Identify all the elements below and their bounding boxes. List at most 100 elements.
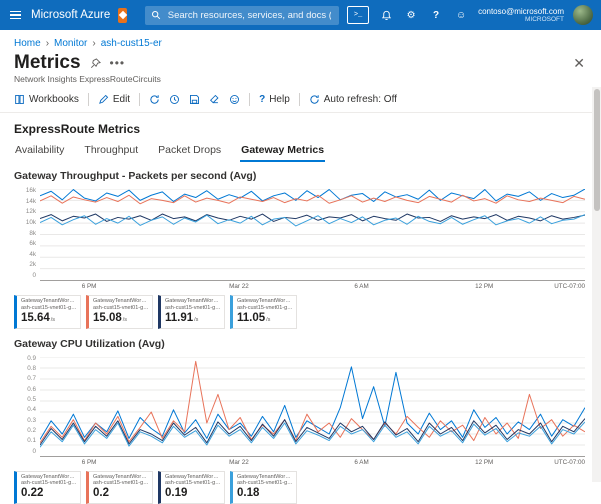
legend-value: 15.08/s — [93, 312, 149, 326]
save-disk-icon — [189, 94, 200, 105]
legend-value: 0.19 — [165, 487, 221, 501]
legend-metric-name: GatewayTenantWorker… — [21, 474, 77, 481]
legend-value: 0.2 — [93, 487, 149, 501]
feedback-smiley-icon[interactable]: ☺ — [453, 7, 469, 23]
help-icon: ? — [259, 94, 265, 105]
avatar[interactable] — [573, 5, 593, 25]
tab-gateway-metrics[interactable]: Gateway Metrics — [240, 139, 325, 162]
legend-resource-name: ash-cust15-vnet01-gw-er… — [93, 480, 149, 487]
global-search[interactable] — [145, 6, 339, 25]
pin-icon[interactable] — [90, 58, 101, 69]
refresh-button[interactable] — [149, 94, 160, 105]
legend-metric-name: GatewayTenantWorker… — [165, 474, 221, 481]
edit-button[interactable]: Edit — [98, 94, 130, 105]
y-tick-label: 16k — [14, 187, 36, 194]
legend-card[interactable]: GatewayTenantWorker…ash-cust15-vnet01-gw… — [230, 295, 297, 329]
chart-gateway-throughput: Gateway Throughput - Packets per second … — [0, 162, 601, 329]
toolbar-separator — [88, 93, 89, 106]
y-tick-label: 0.2 — [14, 427, 36, 434]
auto-refresh-button[interactable]: Auto refresh: Off — [309, 94, 397, 105]
notifications-bell-icon[interactable] — [378, 7, 394, 23]
y-tick-label: 0 — [14, 448, 36, 455]
y-tick-label: 0.8 — [14, 365, 36, 372]
x-tick-label: 6 AM — [354, 283, 368, 290]
legend-resource-name: ash-cust15-vnet01-gw-er… — [93, 305, 149, 312]
account-email: contoso@microsoft.com — [478, 7, 564, 16]
edit-pencil-icon — [98, 94, 109, 105]
chart-plot-area[interactable] — [40, 189, 585, 281]
page-title: Metrics — [14, 52, 81, 74]
y-tick-label: 14k — [14, 198, 36, 205]
more-options-icon[interactable]: ••• — [110, 58, 126, 68]
legend-metric-name: GatewayTenantWorker… — [237, 474, 293, 481]
chart-plot-area[interactable] — [40, 357, 585, 457]
vertical-scrollbar[interactable] — [592, 87, 601, 482]
settings-gear-icon[interactable]: ⚙ — [403, 7, 419, 23]
timezone-label: UTC-07:00 — [554, 459, 585, 466]
tab-throughput[interactable]: Throughput — [83, 139, 139, 162]
chart-line-series — [40, 215, 585, 226]
tab-packet-drops[interactable]: Packet Drops — [157, 139, 222, 162]
y-tick-label: 0.1 — [14, 437, 36, 444]
x-tick-label: Mar 22 — [229, 283, 249, 290]
y-axis-labels: 0.90.80.70.60.50.40.30.20.10 — [14, 357, 40, 457]
clock-icon — [169, 94, 180, 105]
workbooks-button[interactable]: Workbooks — [14, 94, 79, 105]
legend-metric-name: GatewayTenantWorker… — [165, 298, 221, 305]
search-icon — [151, 10, 161, 20]
y-tick-label: 0 — [14, 272, 36, 279]
help-button[interactable]: ? Help — [259, 94, 290, 105]
legend-card[interactable]: GatewayTenantWorker…ash-cust15-vnet01-gw… — [158, 471, 225, 504]
y-tick-label: 10k — [14, 219, 36, 226]
y-tick-label: 6k — [14, 240, 36, 247]
close-blade-icon[interactable]: ✕ — [571, 55, 587, 72]
cloud-shell-button[interactable]: >_ — [347, 6, 369, 24]
y-tick-label: 0.3 — [14, 417, 36, 424]
breadcrumb-home[interactable]: Home — [14, 38, 41, 49]
save-button[interactable] — [189, 94, 200, 105]
breadcrumb-resource[interactable]: ash-cust15-er — [87, 38, 161, 49]
tab-availability[interactable]: Availability — [14, 139, 65, 162]
y-tick-label: 4k — [14, 251, 36, 258]
azure-brand[interactable]: Microsoft Azure — [31, 9, 110, 21]
legend-resource-name: ash-cust15-vnet01-gw-er… — [165, 305, 221, 312]
global-search-input[interactable] — [166, 9, 333, 22]
legend-card[interactable]: GatewayTenantWorker…ash-cust15-vnet01-gw… — [14, 471, 81, 504]
legend-value: 0.18 — [237, 487, 293, 501]
chart-gateway-cpu: Gateway CPU Utilization (Avg) 0.9 0.8 0.7 0… — [0, 330, 601, 504]
x-tick-label: 12 PM — [475, 283, 493, 290]
legend-resource-name: ash-cust15-vnet01-gw-er… — [21, 480, 77, 487]
azure-top-bar: Microsoft Azure >_ ⚙ ? ☺ contoso@microso… — [0, 0, 601, 30]
cloud-shell-icon[interactable] — [118, 8, 127, 23]
legend-card[interactable]: GatewayTenantWorker…ash-cust15-vnet01-gw… — [230, 471, 297, 504]
metric-tabs: Availability Throughput Packet Drops Gat… — [0, 139, 601, 162]
y-tick-label: 12k — [14, 208, 36, 215]
chart-title: Gateway CPU Utilization (Avg) — [14, 338, 585, 350]
y-tick-label: 0.9 — [14, 355, 36, 362]
time-range-button[interactable] — [169, 94, 180, 105]
legend-resource-name: ash-cust15-vnet01-gw-er… — [165, 480, 221, 487]
toolbar-separator — [299, 93, 300, 106]
section-title: ExpressRoute Metrics — [0, 113, 601, 139]
auto-refresh-icon — [309, 94, 320, 105]
toolbar-separator — [139, 93, 140, 106]
scrollbar-thumb[interactable] — [594, 89, 600, 211]
x-tick-label: 6 PM — [82, 283, 97, 290]
refresh-icon — [149, 94, 160, 105]
breadcrumb-monitor[interactable]: Monitor — [41, 38, 88, 49]
x-axis-labels: 6 PMMar 226 AM12 PMUTC-07:00 — [40, 457, 585, 468]
account-info[interactable]: contoso@microsoft.com MICROSOFT — [478, 7, 564, 24]
legend-card[interactable]: GatewayTenantWorker…ash-cust15-vnet01-gw… — [158, 295, 225, 329]
workbooks-icon — [14, 94, 25, 105]
legend-card[interactable]: GatewayTenantWorker…ash-cust15-vnet01-gw… — [86, 295, 153, 329]
y-tick-label: 0.7 — [14, 375, 36, 382]
y-tick-label: 0.6 — [14, 386, 36, 393]
portal-menu-icon[interactable] — [8, 9, 23, 22]
feedback-button[interactable] — [229, 94, 240, 105]
clear-button[interactable] — [209, 94, 220, 105]
legend-card[interactable]: GatewayTenantWorker…ash-cust15-vnet01-gw… — [14, 295, 81, 329]
help-question-icon[interactable]: ? — [428, 7, 444, 23]
title-row: Metrics ••• ✕ — [0, 51, 601, 74]
legend-value: 11.05/s — [237, 312, 293, 326]
legend-card[interactable]: GatewayTenantWorker…ash-cust15-vnet01-gw… — [86, 471, 153, 504]
